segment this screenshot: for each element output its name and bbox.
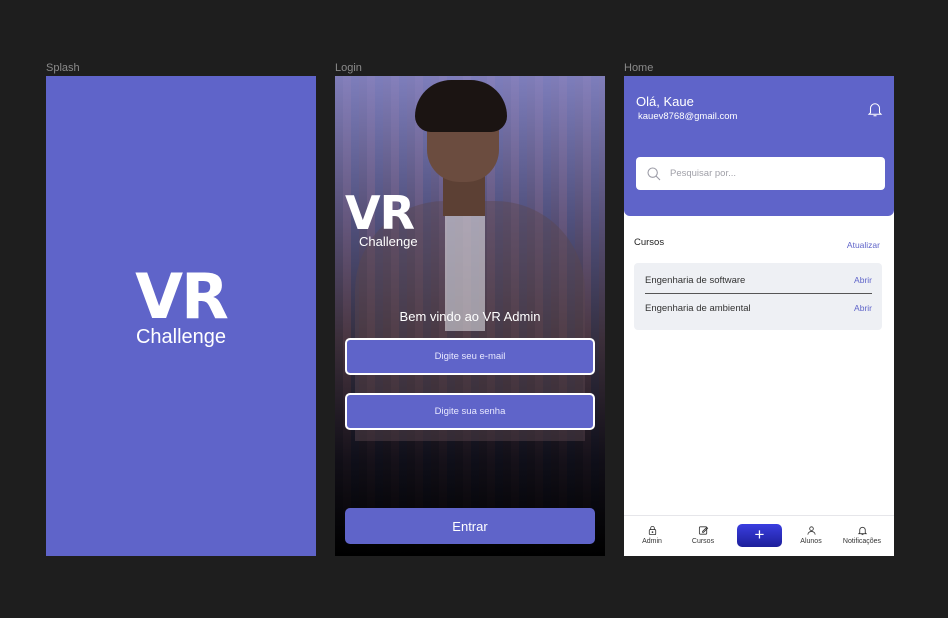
search-icon <box>647 166 661 180</box>
course-name: Engenharia de ambiental <box>645 302 751 314</box>
login-logo: VR Challenge <box>345 190 418 249</box>
list-item: Engenharia de ambiental Abrir <box>645 298 872 318</box>
greeting: Olá, Kaue <box>636 94 694 109</box>
open-course-link[interactable]: Abrir <box>854 275 872 285</box>
list-item: Engenharia de software Abrir <box>645 270 872 290</box>
refresh-link[interactable]: Atualizar <box>847 240 880 250</box>
lock-icon <box>648 525 656 536</box>
email-field[interactable]: Digite seu e-mail <box>345 338 595 375</box>
edit-icon <box>698 526 708 535</box>
frame-label-login: Login <box>335 62 362 74</box>
search-placeholder: Pesquisar por... <box>670 168 737 179</box>
home-screen: Olá, Kaue kauev8768@gmail.com Pesquisar … <box>624 76 894 556</box>
tab-label: Admin <box>642 538 662 545</box>
splash-screen: VR Challenge <box>46 76 316 556</box>
course-name: Engenharia de software <box>645 274 746 286</box>
tab-admin[interactable]: Admin <box>627 525 677 545</box>
tab-label: Alunos <box>800 538 822 545</box>
bell-icon <box>857 526 867 536</box>
frame-label-splash: Splash <box>46 62 80 74</box>
user-email: kauev8768@gmail.com <box>638 111 738 122</box>
user-icon <box>806 526 816 535</box>
tab-label: Notificações <box>842 538 882 545</box>
tab-notificacoes[interactable]: Notificações <box>837 525 887 545</box>
welcome-text: Bem vindo ao VR Admin <box>399 309 541 324</box>
login-button[interactable]: Entrar <box>345 508 595 544</box>
tab-alunos[interactable]: Alunos <box>786 525 836 545</box>
courses-list: Engenharia de software Abrir Engenharia … <box>634 263 882 330</box>
frame-label-home: Home <box>624 62 654 74</box>
photo-person-hair <box>415 80 507 132</box>
divider <box>645 293 872 294</box>
splash-logo: VR Challenge <box>46 260 316 349</box>
password-field[interactable]: Digite sua senha <box>345 393 595 430</box>
courses-title: Cursos <box>634 237 665 248</box>
logo-subtitle: Challenge <box>359 234 418 249</box>
photo-person-neck <box>443 176 485 216</box>
logo-vr: VR <box>345 186 415 240</box>
open-course-link[interactable]: Abrir <box>854 303 872 313</box>
tab-label: Cursos <box>691 538 715 545</box>
logo-vr: VR <box>135 260 229 333</box>
bell-icon[interactable] <box>866 100 884 118</box>
logo-subtitle: Challenge <box>135 326 227 348</box>
tab-cursos[interactable]: Cursos <box>678 525 728 545</box>
login-screen: VR Challenge Bem vindo ao VR Admin Digit… <box>335 76 605 556</box>
add-button[interactable]: + <box>737 524 782 547</box>
bottom-tab-bar: Admin Cursos + Alunos Notificações <box>624 515 894 556</box>
search-input[interactable]: Pesquisar por... <box>636 157 885 190</box>
